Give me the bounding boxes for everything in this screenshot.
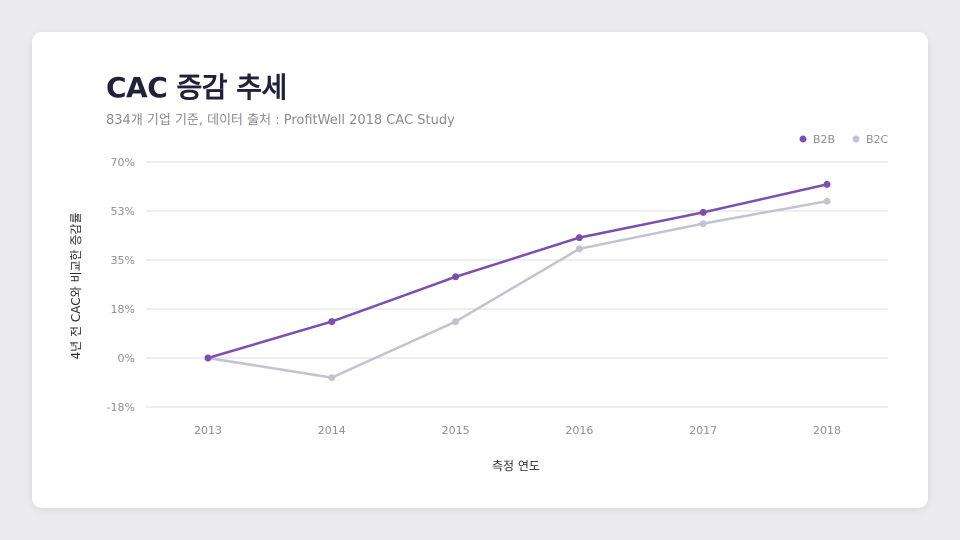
data-point-b2b [823,180,831,188]
y-tick-label: 53% [111,205,135,218]
legend-label-b2c: B2C [866,133,889,146]
data-point-b2c [328,374,336,382]
series-line-b2c [206,199,829,379]
line-chart: -18%0%18%35%53%70% 2013 2014 2015 2016 2017 2… [69,133,889,473]
y-tick-label: 70% [111,156,135,169]
legend-marker-b2b [799,135,807,143]
data-point-b2c [575,245,583,253]
data-point-b2b [204,354,212,362]
data-point-b2b [575,234,583,242]
legend: B2B B2C [799,133,889,146]
data-point-b2c [452,318,460,326]
x-tick-label: 2017 [689,424,717,437]
x-tick-label: 2014 [318,424,346,437]
data-point-b2c [699,220,707,228]
data-point-b2b [699,208,707,216]
legend-label-b2b: B2B [813,133,835,146]
x-tick-label: 2015 [442,424,470,437]
data-point-b2b [452,273,460,281]
y-tick-label: 35% [111,254,135,267]
x-tick-label: 2013 [194,424,222,437]
y-axis-label: 4년 전 CAC와 비교한 증감률 [69,212,83,359]
series-line-b2b [206,183,829,360]
legend-marker-b2c [852,135,860,143]
data-point-b2b [328,318,336,326]
data-point-b2c [823,197,831,205]
y-tick-label: 0% [118,352,135,365]
y-tick-label: 18% [111,303,135,316]
x-tick-label: 2016 [565,424,593,437]
x-axis-label: 측정 연도 [492,459,540,473]
x-tick-labels: 2013 2014 2015 2016 2017 2018 [194,424,841,437]
y-tick-labels: -18% 0% 18% 35% 53% 70% [107,156,135,414]
x-tick-label: 2018 [813,424,841,437]
y-tick-label: -18% [107,401,135,414]
series-lines [206,183,829,379]
